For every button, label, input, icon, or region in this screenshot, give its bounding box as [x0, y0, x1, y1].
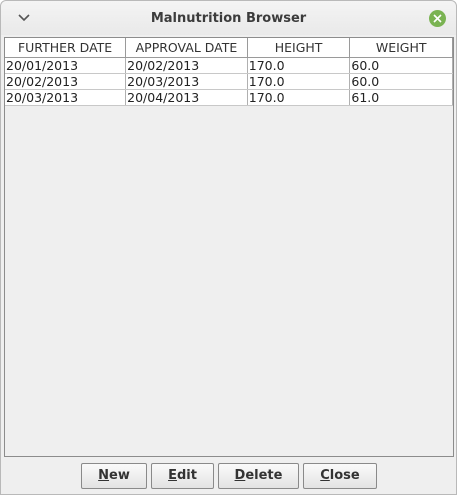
- column-header-weight[interactable]: WEIGHT: [349, 38, 453, 58]
- cell-weight[interactable]: 60.0: [349, 57, 453, 74]
- cell-approval-date[interactable]: 20/02/2013: [125, 57, 248, 74]
- cell-height[interactable]: 170.0: [247, 57, 351, 74]
- new-button[interactable]: New: [81, 463, 147, 489]
- browser-window: Malnutrition Browser FURTHER DATE APPROV…: [0, 0, 457, 495]
- edit-button[interactable]: Edit: [151, 463, 214, 489]
- table-row[interactable]: 20/01/2013 20/02/2013 170.0 60.0: [5, 57, 453, 74]
- records-table-panel[interactable]: FURTHER DATE APPROVAL DATE HEIGHT WEIGHT…: [4, 37, 454, 457]
- column-header-height[interactable]: HEIGHT: [247, 38, 351, 58]
- cell-approval-date[interactable]: 20/04/2013: [125, 89, 248, 106]
- column-header-approval-date[interactable]: APPROVAL DATE: [125, 38, 248, 58]
- cell-weight[interactable]: 61.0: [349, 89, 453, 106]
- cell-further-date[interactable]: 20/03/2013: [5, 89, 127, 106]
- table-row[interactable]: 20/02/2013 20/03/2013 170.0 60.0: [5, 73, 453, 90]
- close-icon[interactable]: [429, 10, 446, 27]
- cell-further-date[interactable]: 20/01/2013: [5, 57, 127, 74]
- table-header: FURTHER DATE APPROVAL DATE HEIGHT WEIGHT: [5, 38, 453, 58]
- edit-button-mnemonic: E: [168, 468, 177, 483]
- edit-button-label: dit: [176, 468, 197, 483]
- column-header-further-date[interactable]: FURTHER DATE: [5, 38, 127, 58]
- title-bar[interactable]: Malnutrition Browser: [1, 1, 456, 35]
- delete-button-label: elete: [245, 468, 283, 483]
- cell-further-date[interactable]: 20/02/2013: [5, 73, 127, 90]
- cell-approval-date[interactable]: 20/03/2013: [125, 73, 248, 90]
- window-title: Malnutrition Browser: [150, 11, 307, 26]
- cell-height[interactable]: 170.0: [247, 73, 351, 90]
- cell-height[interactable]: 170.0: [247, 89, 351, 106]
- table-row[interactable]: 20/03/2013 20/04/2013 170.0 61.0: [5, 89, 453, 106]
- records-table[interactable]: FURTHER DATE APPROVAL DATE HEIGHT WEIGHT…: [5, 38, 453, 106]
- button-bar: New Edit Delete Close: [1, 463, 456, 491]
- new-button-mnemonic: N: [98, 468, 110, 483]
- close-button-label: lose: [329, 468, 360, 483]
- delete-button[interactable]: Delete: [218, 463, 299, 489]
- new-button-label: ew: [109, 468, 130, 483]
- close-button[interactable]: Close: [303, 463, 377, 489]
- close-button-mnemonic: C: [320, 468, 330, 483]
- delete-button-mnemonic: D: [234, 468, 246, 483]
- cell-weight[interactable]: 60.0: [349, 73, 453, 90]
